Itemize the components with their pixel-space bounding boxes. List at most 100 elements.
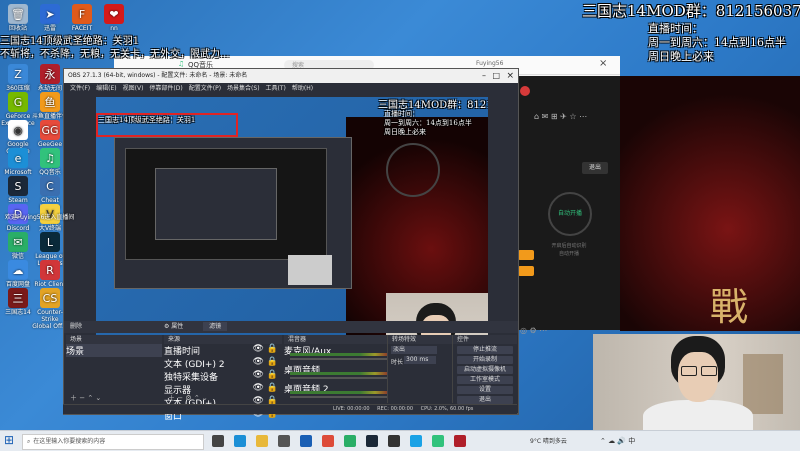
transitions-dock[interactable]: 转场特效 淡出 时长 300 ms [387,335,452,403]
desktop-icon[interactable]: ☁ 百度网盘 [0,260,36,288]
obs-menu-item[interactable]: 场景集合(S) [227,85,260,92]
obs-menubar[interactable]: 文件(F) 编辑(E) 视图(V) 停靠部件(D) 配置文件(P) 场景集合(S) 工具(T… [64,83,518,94]
desktop-icon[interactable]: ❤ nn [96,4,132,32]
scene-label: 删除 [70,323,83,330]
transition-select[interactable]: 淡出 [391,346,437,354]
edge-icon[interactable] [234,435,246,447]
obs-menu-item[interactable]: 文件(F) [70,85,90,92]
obs-menu-item[interactable]: 帮助(H) [292,85,313,92]
volume-meter [290,372,390,375]
controls-dock[interactable]: 控件 停止推流开始录制启动虚拟摄像机 工作室模式设置退出 [452,335,517,404]
taskbar-search-input[interactable]: ⌕ 在这里输入你要搜索的内容 [22,434,204,450]
start-icon[interactable]: ⊞ [4,433,14,447]
avatar[interactable] [520,86,530,96]
desktop-icon-label: 微信 [11,253,24,260]
obs-menu-item[interactable]: 配置文件(P) [189,85,221,92]
obs-icon[interactable] [388,435,400,447]
mail-icon[interactable] [300,435,312,447]
qq-music-user[interactable]: Fuying56 [476,60,503,67]
desktop-icon[interactable]: F FACEIT [64,4,100,32]
transitions-header: 转场特效 [388,335,452,344]
app-icon: Z [8,64,28,84]
app-icon: e [8,148,28,168]
overlay-second-line: 不斩将，不杀降，无粮，无关卡，无外交，限武力... [0,49,230,60]
source-item[interactable]: 直播时间 👁 🔒 [164,344,282,357]
desktop-icon[interactable]: ➤ 迅雷 [32,4,68,32]
obs-control-button[interactable]: 开始录制 [457,356,513,364]
tray-icons[interactable]: ⌃ ☁ 🔊 中 [600,436,635,446]
stream-alert: 欢迎Fuying56进入直播间 [5,214,75,221]
visibility-lock-icon[interactable]: 👁 🔒 [253,344,279,354]
app-icon: ➤ [40,4,60,24]
source-item[interactable]: 独特采集设备 👁 🔒 [164,370,282,383]
taskview-icon[interactable] [212,435,224,447]
game-icon[interactable] [454,435,466,447]
scene-controls[interactable]: ＋ − ⌃ ⌄ [70,393,101,403]
scenes-dock[interactable]: 场景 场景 ＋ − ⌃ ⌄ [66,335,162,403]
obs-control-button[interactable]: 工作室模式 [457,376,513,384]
volume-meter [290,391,390,394]
minimize-icon[interactable]: – [482,69,486,83]
obs-menu-item[interactable]: 编辑(E) [96,85,116,92]
duration-input[interactable]: 300 ms [404,356,436,364]
obs-menu-item[interactable]: 工具(T) [266,85,286,92]
overlay-qq-group: 三国志14MOD群：812156037 [582,2,800,20]
orange-tag-1[interactable] [518,250,534,260]
wechat-icon[interactable] [344,435,356,447]
preview-selection-box[interactable] [96,113,238,137]
desktop-icon[interactable]: ✉ 微信 [0,232,36,260]
explorer-icon[interactable] [256,435,268,447]
obs-control-button[interactable]: 启动虚拟摄像机 [457,366,513,374]
desktop-icon-label: 百度网盘 [5,281,30,288]
qq-music-side-panel: ⌂ ✉ ⊞ ✈ ☆ ⋯ 退出 自动开播 开启后自动识别 自动开播 ◎ ⚙ ⋯ [514,76,620,335]
obs-menu-item[interactable]: 视图(V) [123,85,144,92]
logout-button[interactable]: 退出 [582,162,608,174]
visibility-lock-icon[interactable]: 👁 🔒 [253,357,279,367]
obs-titlebar[interactable]: OBS 27.1.3 (64-bit, windows) - 配置文件: 未命名… [64,69,518,83]
desktop-icon[interactable]: Z 360压缩 [0,64,36,92]
scene-item[interactable]: 场景 [66,344,162,357]
app-icon: R [40,260,60,280]
desktop-icon-label: 迅雷 [43,25,56,32]
close-icon[interactable]: × [599,58,607,69]
volume-slider[interactable] [290,396,390,398]
volume-slider[interactable] [290,358,390,360]
obs-source-toolbar[interactable]: 删除 ⚙ 属性 滤镜 [64,321,518,333]
app-icon: GG [40,120,60,140]
desktop-icon[interactable]: S Steam [0,176,36,204]
maximize-icon[interactable]: □ [492,69,500,83]
sources-dock[interactable]: 来源 直播时间👁 🔒文本 (GDI+) 2👁 🔒独特采集设备👁 🔒显示器👁 🔒文… [164,335,282,422]
controls-header: 控件 [453,335,517,344]
steam-icon[interactable] [366,435,378,447]
orange-tag-2[interactable] [518,266,534,276]
obs-menu-item[interactable]: 停靠部件(D) [149,85,182,92]
obs-control-button[interactable]: 设置 [457,386,513,394]
obs-control-button[interactable]: 停止推流 [457,346,513,354]
toolbar-icons[interactable]: ⌂ ✉ ⊞ ✈ ☆ ⋯ [534,112,620,121]
search-icon: ⌕ [27,438,31,445]
properties-button[interactable]: ⚙ 属性 [164,323,183,330]
close-icon[interactable]: × [506,69,514,83]
app-icon: ☁ [8,260,28,280]
app-icon: 三 [8,288,28,308]
app-icon: ◉ [8,120,28,140]
music-icon[interactable] [432,435,444,447]
volume-slider[interactable] [290,377,390,379]
qq-icon[interactable] [410,435,422,447]
visibility-lock-icon[interactable]: 👁 🔒 [253,370,279,380]
chrome-icon[interactable] [322,435,334,447]
preview-cam-small [288,255,332,285]
visibility-lock-icon[interactable]: 👁 🔒 [253,383,279,393]
obs-control-button[interactable]: 退出 [457,396,513,404]
desktop-icon[interactable]: 三三国志14 [0,288,36,316]
source-item[interactable]: 文本 (GDI+) 2 👁 🔒 [164,357,282,370]
filters-button[interactable]: 滤镜 [203,322,228,331]
source-controls[interactable]: ＋ − ⚙ ⌃ ⌄ [168,393,208,403]
desktop-icon-label: FACEIT [71,25,93,32]
store-icon[interactable] [278,435,290,447]
weather-text[interactable]: 9°C 晴到多云 [530,436,567,445]
auto-start-button[interactable]: 自动开播 [548,192,592,236]
obs-title: OBS 27.1.3 (64-bit, windows) - 配置文件: 未命名… [68,72,248,79]
desktop-icon[interactable]: 🗑 回收站 [0,4,36,32]
app-icon: ♫ [40,148,60,168]
